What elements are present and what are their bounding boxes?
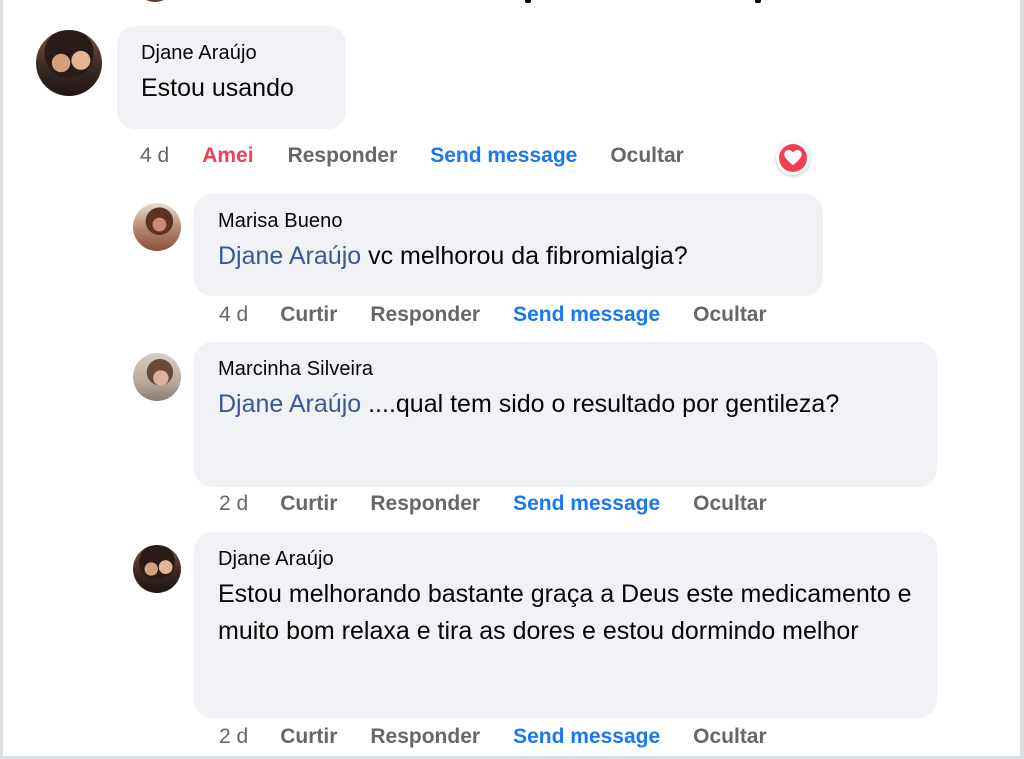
comment-body: ....qual tem sido o resultado por gentil… (361, 390, 840, 418)
avatar[interactable] (133, 353, 181, 401)
comment-text: Djane Araújo vc melhorou da fibromialgia… (218, 238, 801, 275)
left-border (0, 0, 3, 759)
reply-button[interactable]: Responder (370, 725, 480, 749)
mention-link[interactable]: Djane Araújo (218, 242, 361, 270)
loved-button[interactable]: Amei (202, 144, 253, 168)
heart-icon (784, 150, 802, 166)
comment-actions: 2 d Curtir Responder Send message Oculta… (219, 489, 767, 519)
comment-author[interactable]: Marcinha Silveira (218, 356, 915, 382)
hide-button[interactable]: Ocultar (610, 144, 684, 168)
send-message-button[interactable]: Send message (513, 492, 660, 516)
reply-button[interactable]: Responder (370, 492, 480, 516)
comment-bubble: Marcinha Silveira Djane Araújo ....qual … (194, 342, 937, 487)
send-message-button[interactable]: Send message (430, 144, 577, 168)
hide-button[interactable]: Ocultar (693, 303, 767, 327)
like-button[interactable]: Curtir (280, 725, 337, 749)
text-remnant (525, 0, 531, 3)
comment-author[interactable]: Djane Araújo (141, 40, 324, 66)
like-button[interactable]: Curtir (280, 303, 337, 327)
right-border (1020, 0, 1024, 759)
reply-button[interactable]: Responder (370, 303, 480, 327)
like-button[interactable]: Curtir (280, 492, 337, 516)
comment-time[interactable]: 4 d (219, 303, 248, 327)
reaction-count[interactable] (776, 141, 810, 175)
hide-button[interactable]: Ocultar (693, 725, 767, 749)
comment-text: Djane Araújo ....qual tem sido o resulta… (218, 386, 915, 423)
comment-author[interactable]: Marisa Bueno (218, 208, 801, 234)
comment-time[interactable]: 4 d (140, 144, 169, 168)
comment-body: vc melhorou da fibromialgia? (361, 242, 688, 270)
comment-body: Estou usando (141, 74, 294, 102)
comment-bubble: Djane Araújo Estou melhorando bastante g… (194, 532, 937, 718)
comment-time[interactable]: 2 d (219, 492, 248, 516)
comment-time[interactable]: 2 d (219, 725, 248, 749)
heart-reaction (779, 144, 807, 172)
previous-avatar (135, 0, 175, 2)
previous-comment-remnant (0, 0, 1024, 8)
comment-body: Estou melhorando bastante graça a Deus e… (218, 580, 912, 645)
avatar[interactable] (133, 203, 181, 251)
comment-actions: 2 d Curtir Responder Send message Oculta… (219, 722, 767, 752)
avatar[interactable] (133, 545, 181, 593)
hide-button[interactable]: Ocultar (693, 492, 767, 516)
comment-text: Estou usando (141, 70, 324, 107)
comment-bubble: Djane Araújo Estou usando (117, 26, 346, 129)
send-message-button[interactable]: Send message (513, 725, 660, 749)
mention-link[interactable]: Djane Araújo (218, 390, 361, 418)
comment-actions: 4 d Amei Responder Send message Ocultar (140, 141, 684, 171)
comment-text: Estou melhorando bastante graça a Deus e… (218, 576, 915, 650)
send-message-button[interactable]: Send message (513, 303, 660, 327)
text-remnant (755, 0, 761, 3)
avatar[interactable] (36, 30, 102, 96)
reply-button[interactable]: Responder (288, 144, 398, 168)
comment-bubble: Marisa Bueno Djane Araújo vc melhorou da… (194, 194, 823, 296)
comment-author[interactable]: Djane Araújo (218, 546, 915, 572)
comment-actions: 4 d Curtir Responder Send message Oculta… (219, 300, 767, 330)
